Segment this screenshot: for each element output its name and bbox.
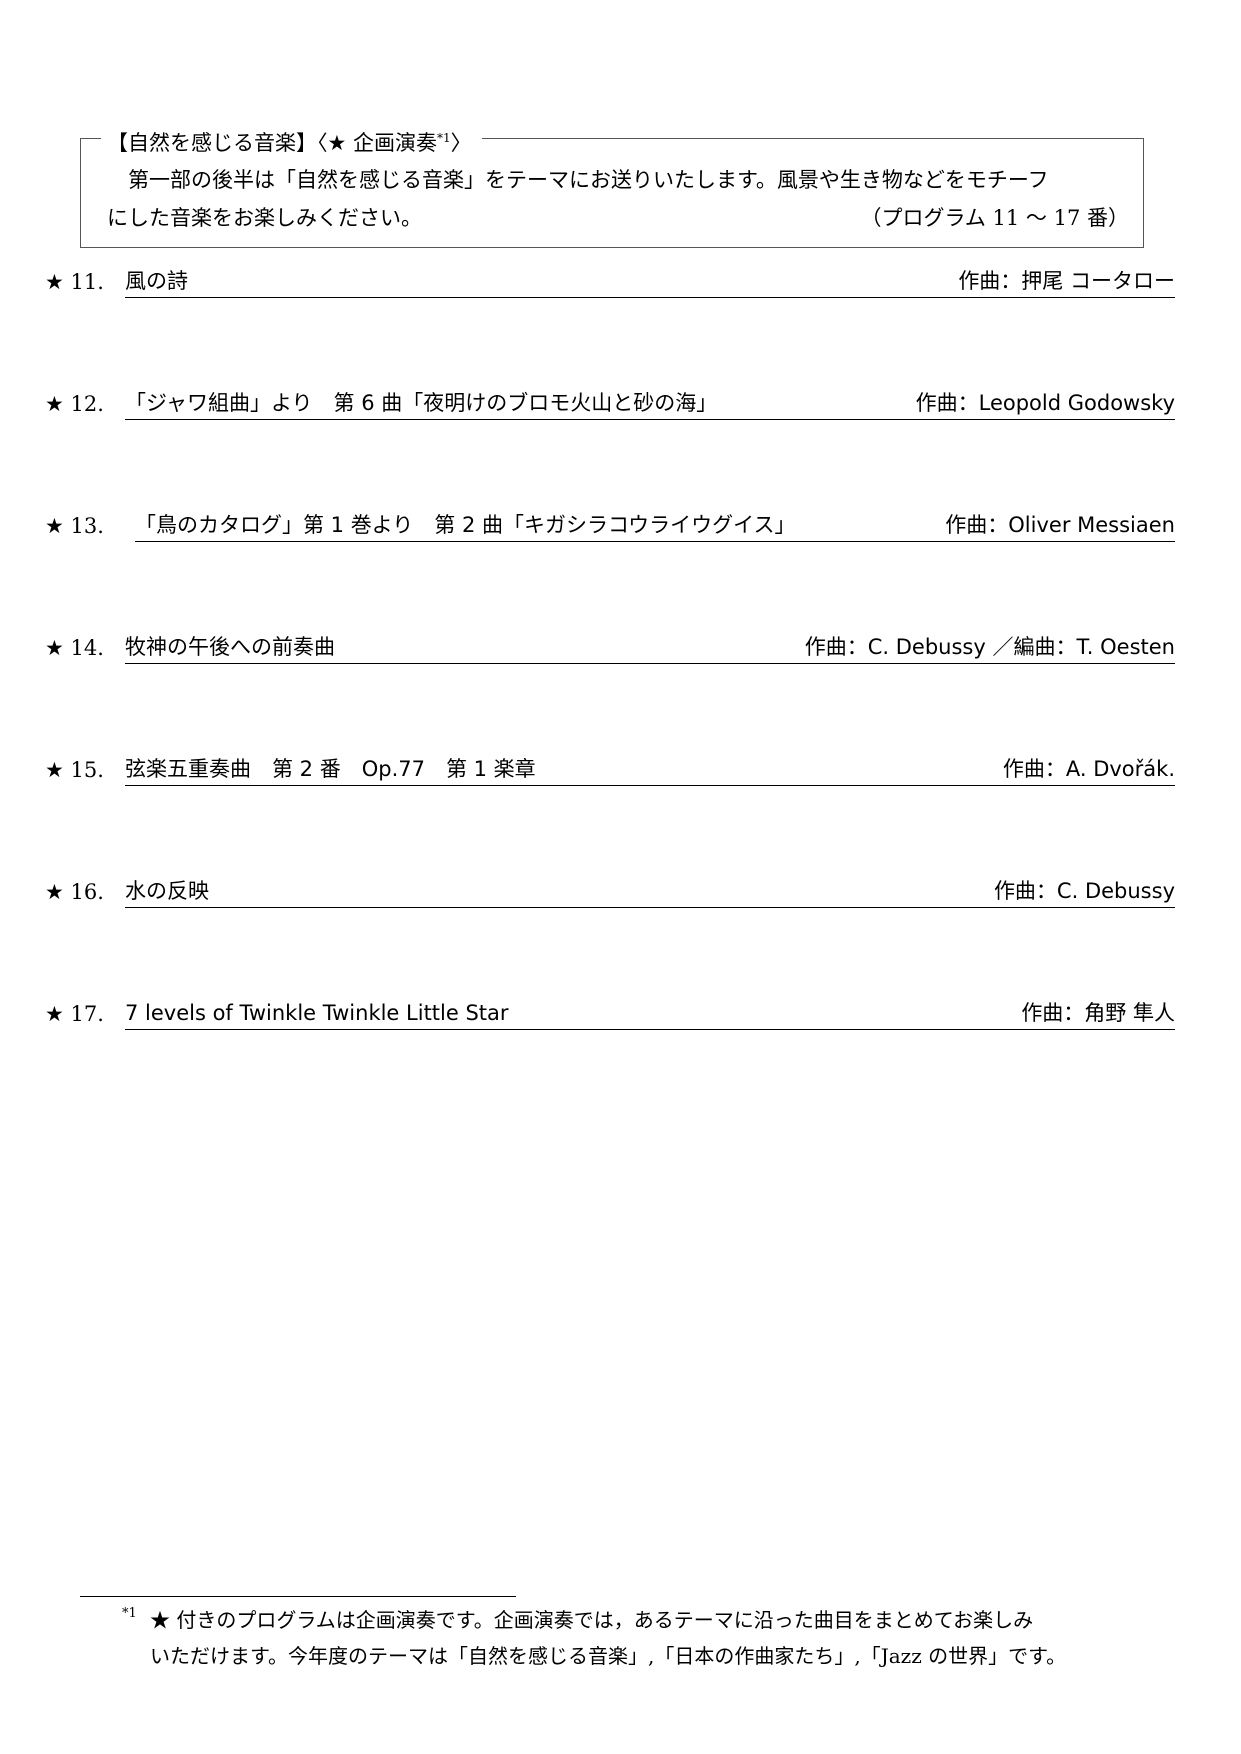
footnote-divider	[80, 1596, 516, 1597]
program-line: 水の反映 作曲：C. Debussy	[125, 876, 1175, 908]
theme-description: 第一部の後半は「自然を感じる音楽」をテーマにお送りいたします。風景や生き物などを…	[107, 161, 1129, 237]
footnote-line-2: いただけます。今年度のテーマは「自然を感じる音楽」,「日本の作曲家たち」,「Ja…	[150, 1644, 1067, 1668]
program-line: 牧神の午後への前奏曲 作曲：C. Debussy ／編曲：T. Oesten	[125, 632, 1175, 664]
program-title: 「ジャワ組曲」より 第 6 曲「夜明けのブロモ火山と砂の海」	[125, 391, 718, 415]
program-composer: 作曲：C. Debussy ／編曲：T. Oesten	[804, 635, 1175, 659]
program-item-17: ★ 17. 7 levels of Twinkle Twinkle Little…	[45, 990, 1175, 1030]
program-range: （プログラム 11 〜 17 番）	[860, 206, 1129, 230]
program-composer: 作曲：押尾 コータロー	[958, 269, 1175, 293]
program-number: ★ 15.	[45, 758, 104, 782]
program-number: ★ 12.	[45, 392, 104, 416]
theme-description-line-1: 第一部の後半は「自然を感じる音楽」をテーマにお送りいたします。風景や生き物などを…	[128, 168, 1049, 192]
program-composer: 作曲：Leopold Godowsky	[915, 391, 1175, 415]
program-line: 7 levels of Twinkle Twinkle Little Star …	[125, 998, 1175, 1030]
footnote-line-1: ★ 付きのプログラムは企画演奏です。企画演奏では，あるテーマに沿った曲目をまとめ…	[150, 1608, 1034, 1632]
program-title: 牧神の午後への前奏曲	[125, 635, 335, 659]
program-item-13: ★ 13. 「鳥のカタログ」第 1 巻より 第 2 曲「キガシラコウライウグイス…	[45, 502, 1175, 542]
theme-box: 【自然を感じる音楽】〈★ 企画演奏*1〉 第一部の後半は「自然を感じる音楽」をテ…	[80, 123, 1144, 248]
program-title: 「鳥のカタログ」第 1 巻より 第 2 曲「キガシラコウライウグイス」	[135, 513, 796, 537]
footnote-mark: *1	[122, 1606, 137, 1621]
program-composer: 作曲：C. Debussy	[993, 879, 1175, 903]
program-number: ★ 17.	[45, 1002, 104, 1026]
theme-title-close: 〉	[450, 131, 472, 155]
program-item-15: ★ 15. 弦楽五重奏曲 第 2 番 Op.77 第 1 楽章 作曲：A. Dv…	[45, 746, 1175, 786]
program-title: 水の反映	[125, 879, 209, 903]
footnote: *1 ★ 付きのプログラムは企画演奏です。企画演奏では，あるテーマに沿った曲目を…	[122, 1602, 1202, 1674]
program-item-12: ★ 12. 「ジャワ組曲」より 第 6 曲「夜明けのブロモ火山と砂の海」 作曲：…	[45, 380, 1175, 420]
program-line: 風の詩 作曲：押尾 コータロー	[125, 266, 1175, 298]
theme-title-text: 【自然を感じる音楽】〈★ 企画演奏	[107, 131, 438, 155]
program-line: 弦楽五重奏曲 第 2 番 Op.77 第 1 楽章 作曲：A. Dvořák.	[125, 754, 1175, 786]
program-line: 「鳥のカタログ」第 1 巻より 第 2 曲「キガシラコウライウグイス」 作曲：O…	[135, 510, 1175, 542]
program-composer: 作曲：角野 隼人	[1021, 1001, 1175, 1025]
program-item-14: ★ 14. 牧神の午後への前奏曲 作曲：C. Debussy ／編曲：T. Oe…	[45, 624, 1175, 664]
program-number: ★ 11.	[45, 270, 104, 294]
program-composer: 作曲：A. Dvořák.	[1002, 757, 1175, 781]
theme-description-line-2: にした音楽をお楽しみください。 （プログラム 11 〜 17 番）	[107, 199, 1129, 237]
theme-title: 【自然を感じる音楽】〈★ 企画演奏*1〉	[101, 123, 482, 158]
program-number: ★ 14.	[45, 636, 104, 660]
theme-description-line-2-text: にした音楽をお楽しみください。	[107, 206, 422, 230]
theme-footnote-ref: *1	[437, 131, 451, 145]
program-number: ★ 16.	[45, 880, 104, 904]
program-number: ★ 13.	[45, 514, 104, 538]
program-title: 弦楽五重奏曲 第 2 番 Op.77 第 1 楽章	[125, 757, 536, 781]
program-title: 風の詩	[125, 269, 188, 293]
program-composer: 作曲：Oliver Messiaen	[945, 513, 1175, 537]
program-item-11: ★ 11. 風の詩 作曲：押尾 コータロー	[45, 258, 1175, 298]
program-line: 「ジャワ組曲」より 第 6 曲「夜明けのブロモ火山と砂の海」 作曲：Leopol…	[125, 388, 1175, 420]
program-item-16: ★ 16. 水の反映 作曲：C. Debussy	[45, 868, 1175, 908]
program-title: 7 levels of Twinkle Twinkle Little Star	[125, 1001, 509, 1025]
